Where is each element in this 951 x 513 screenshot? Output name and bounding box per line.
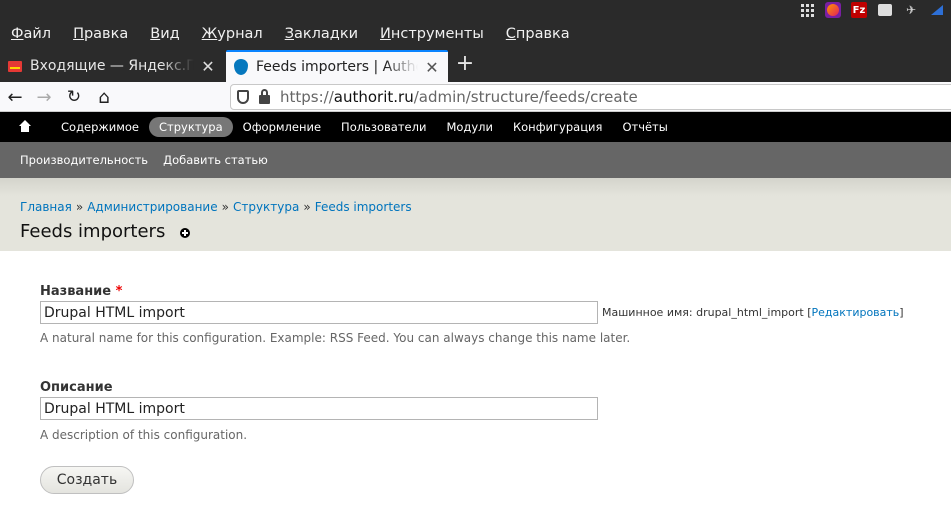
add-shortcut-icon[interactable] [180,228,190,238]
menu-item-accesskey: И [380,26,391,42]
tab-title: Feeds importers | Authorit [256,59,418,75]
shortcut-item[interactable]: Добавить статью [163,153,268,167]
breadcrumb-link[interactable]: Главная [20,200,72,214]
page-header: Главная» Администрирование» Структура» Feed… [0,178,951,251]
breadcrumb-separator: » [221,200,229,214]
menu-item-accesskey: З [284,26,294,42]
admin-toolbar-item[interactable]: Отчёты [612,117,677,137]
create-button[interactable]: Создать [40,466,134,494]
breadcrumb-link[interactable]: Администрирование [87,200,217,214]
menu-item-label: нструменты [390,26,484,42]
menu-item-label: акладки [294,26,359,42]
url-bar[interactable]: https://authorit.ru/admin/structure/feed… [230,84,951,110]
tab-feeds-importers[interactable]: Feeds importers | Authorit ✕ [226,50,448,82]
close-icon[interactable]: ✕ [424,58,440,77]
home-icon[interactable] [18,120,32,134]
tab-inbox[interactable]: Входящие — Яндекс.Почта ✕ [0,50,224,82]
menu-item-accesskey: Ж [201,26,218,42]
menu-bar: Файл Правка Вид Журнал Закладки Инструменты Сп… [0,20,951,48]
firefox-icon[interactable] [825,2,841,18]
menu-item-accesskey: П [73,26,84,42]
name-label-text: Название [40,284,112,299]
menu-item-accesskey: С [505,26,516,42]
breadcrumb-separator: » [303,200,311,214]
admin-toolbar-item[interactable]: Содержимое [51,117,149,137]
admin-toolbar-item[interactable]: Пользователи [331,117,436,137]
tab-bar: Входящие — Яндекс.Почта ✕ Feeds importer… [0,48,951,82]
menu-item[interactable]: Справка [506,26,570,42]
name-description: A natural name for this configuration. E… [40,331,631,345]
admin-toolbar-item[interactable]: Конфигурация [503,117,612,137]
home-button[interactable]: ⌂ [93,86,115,108]
menu-item-label: ид [160,26,180,42]
menu-item[interactable]: Журнал [202,26,263,42]
url-path: /admin/structure/feeds/create [413,88,638,106]
machine-name: Машинное имя: drupal_html_import [Редакт… [602,306,904,319]
admin-toolbar: Содержимое Структура Оформление Пользовател… [0,112,951,142]
tab-title: Входящие — Яндекс.Почта [30,58,194,74]
description-input[interactable] [40,397,598,420]
shortcut-bar: Производительность Добавить статью [0,142,951,178]
menu-item-label: урнал [217,26,263,42]
gmail-icon [8,60,22,72]
forward-button[interactable]: → [33,86,55,108]
reload-button[interactable]: ↻ [63,86,85,108]
menu-item-accesskey: В [150,26,161,42]
machine-name-suffix: ] [899,306,904,319]
url-scheme: https:// [280,88,334,106]
page-title: Feeds importers [20,221,166,242]
menu-item-label: айл [23,26,52,42]
menu-item[interactable]: Закладки [285,26,358,42]
back-button[interactable]: ← [4,86,26,108]
filezilla-icon[interactable]: Fz [851,2,867,18]
bird-icon[interactable]: ✈ [903,2,919,18]
name-label: Название * [40,284,122,299]
menu-item[interactable]: Вид [150,26,179,42]
shield-icon[interactable] [237,90,249,104]
machine-name-edit-link[interactable]: Редактировать [812,306,900,319]
url-host: authorit.ru [333,88,414,106]
shortcut-item[interactable]: Производительность [20,153,148,167]
required-mark: * [115,284,123,299]
breadcrumb: Главная» Администрирование» Структура» Feed… [20,200,412,214]
menu-item-label: равка [83,26,129,42]
breadcrumb-link[interactable]: Структура [233,200,299,214]
triangle-icon[interactable] [929,2,945,18]
description-label: Описание [40,380,113,395]
menu-item[interactable]: Правка [73,26,128,42]
close-icon[interactable]: ✕ [200,57,216,76]
navigation-bar: ← → ↻ ⌂ https://authorit.ru/admin/struct… [0,82,951,112]
description-help: A description of this configuration. [40,428,248,442]
menu-item-accesskey: Ф [11,26,24,42]
admin-toolbar-item[interactable]: Модули [436,117,503,137]
menu-item[interactable]: Файл [11,26,51,42]
os-top-bar: Fz ✈ [0,0,951,20]
machine-name-text: Машинное имя: drupal_html_import [ [602,306,812,319]
new-tab-button[interactable]: + [455,52,475,76]
admin-toolbar-item[interactable]: Оформление [233,117,331,137]
admin-toolbar-item[interactable]: Структура [149,117,233,137]
name-input[interactable] [40,301,598,324]
os-tray: Fz ✈ [799,0,951,20]
breadcrumb-separator: » [75,200,84,214]
menu-item-label: правка [515,26,570,42]
menu-item[interactable]: Инструменты [380,26,484,42]
window-icon[interactable] [877,2,893,18]
drupal-icon [234,59,248,75]
url-text[interactable]: https://authorit.ru/admin/structure/feed… [280,88,638,106]
breadcrumb-link[interactable]: Feeds importers [315,200,412,214]
apps-grid-icon[interactable] [799,2,815,18]
lock-icon[interactable] [259,88,270,104]
